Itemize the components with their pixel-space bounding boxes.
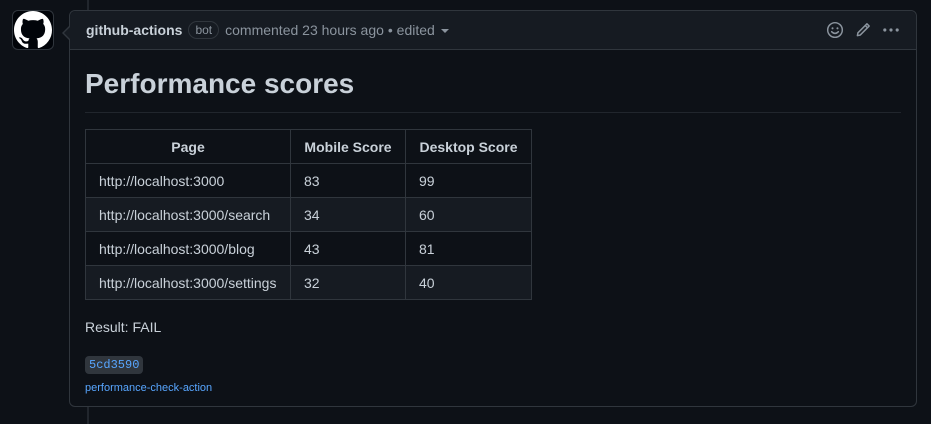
header-page: Page [85,129,291,164]
cell-page: http://localhost:3000/blog [85,231,291,266]
pencil-icon[interactable] [854,21,872,39]
github-logo-icon [14,11,52,49]
header-desktop-score: Desktop Score [405,129,532,164]
comment-header: github-actions bot commented 23 hours ag… [70,11,916,50]
header-mobile-score: Mobile Score [290,129,406,164]
cell-desktop-score: 40 [405,265,532,300]
cell-mobile-score: 34 [290,197,406,232]
smiley-icon[interactable] [826,21,844,39]
page-title: Performance scores [85,66,901,113]
cell-page: http://localhost:3000/settings [85,265,291,300]
scores-table: Page Mobile Score Desktop Score http://l… [85,129,532,300]
edited-dropdown[interactable]: • edited [388,22,449,38]
kebab-icon[interactable] [882,21,900,39]
comment-timestamp[interactable]: commented 23 hours ago [225,22,384,38]
cell-desktop-score: 81 [405,231,532,266]
cell-page: http://localhost:3000 [85,163,291,198]
table-row: http://localhost:3000/settings 32 40 [85,265,532,300]
cell-mobile-score: 83 [290,163,406,198]
author-link[interactable]: github-actions [86,22,182,38]
commit-sha-link[interactable]: 5cd3590 [85,356,144,374]
bot-badge: bot [188,21,220,39]
result-text: Result: FAIL [85,319,162,335]
table-row: http://localhost:3000/blog 43 81 [85,231,532,266]
cell-page: http://localhost:3000/search [85,197,291,232]
table-row: http://localhost:3000 83 99 [85,163,532,198]
table-row: http://localhost:3000/search 34 60 [85,197,532,232]
chevron-down-icon [440,29,449,33]
avatar[interactable] [12,10,54,50]
action-link[interactable]: performance-check-action [85,382,901,394]
cell-mobile-score: 32 [290,265,406,300]
cell-mobile-score: 43 [290,231,406,266]
comment-actions [826,21,900,39]
cell-desktop-score: 60 [405,197,532,232]
comment-body: Performance scores Page Mobile Score Des… [70,50,916,408]
table-header-row: Page Mobile Score Desktop Score [85,129,532,164]
edited-label: • edited [387,22,435,38]
comment-box: github-actions bot commented 23 hours ag… [62,10,917,408]
cell-desktop-score: 99 [405,163,532,198]
